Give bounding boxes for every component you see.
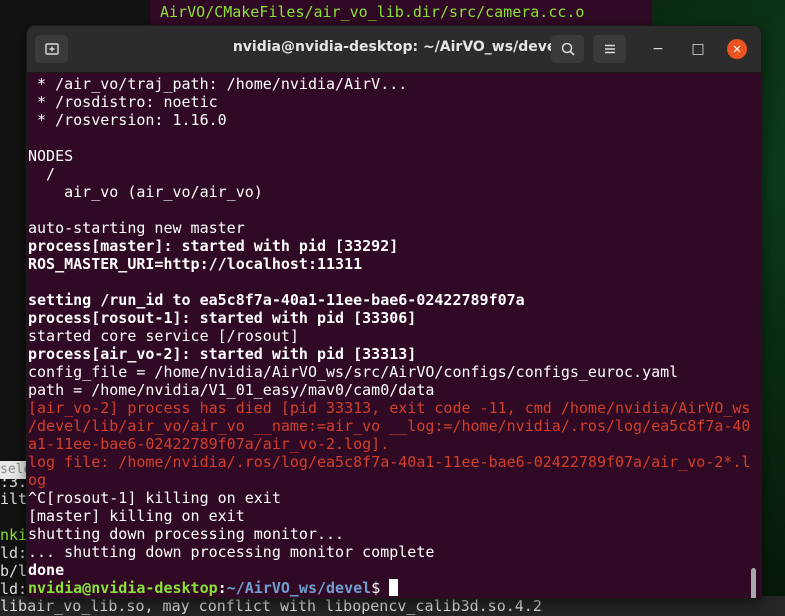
search-button[interactable] bbox=[551, 35, 584, 63]
terminal-line: process[rosout-1]: started with pid [333… bbox=[28, 309, 417, 327]
terminal-error-line: og bbox=[28, 471, 47, 489]
background-fragment-4: b/l bbox=[0, 562, 28, 580]
new-tab-button[interactable] bbox=[35, 35, 68, 63]
hamburger-menu-icon bbox=[604, 44, 615, 54]
terminal-line: * /rosversion: 1.16.0 bbox=[28, 111, 227, 129]
background-fragment-3: ld: bbox=[0, 544, 28, 562]
prompt-path: ~/AirVO_ws/devel bbox=[226, 579, 372, 597]
title-bar: nvidia@nvidia-desktop: ~/AirVO_ws/devel … bbox=[27, 26, 761, 73]
background-fragment-top: :3. bbox=[0, 473, 28, 491]
close-icon: ✕ bbox=[732, 42, 742, 56]
terminal-line: process[air_vo-2]: started with pid [333… bbox=[28, 345, 417, 363]
background-bottom-line: libair_vo_lib.so, may conflict with libo… bbox=[0, 597, 542, 615]
terminal-output[interactable]: * /air_vo/traj_path: /home/nvidia/AirV..… bbox=[27, 73, 761, 598]
menu-button[interactable] bbox=[593, 35, 626, 63]
close-button[interactable]: ✕ bbox=[727, 39, 747, 59]
terminal-line: ROS_MASTER_URI=http://localhost:11311 bbox=[28, 255, 363, 273]
terminal-line: air_vo (air_vo/air_vo) bbox=[28, 183, 263, 201]
maximize-icon: □ bbox=[691, 41, 705, 57]
terminal-line: process[master]: started with pid [33292… bbox=[28, 237, 399, 255]
terminal-line: / bbox=[28, 165, 56, 183]
minimize-icon: − bbox=[652, 41, 664, 57]
terminal-line: ... shutting down processing monitor com… bbox=[28, 543, 435, 561]
background-top-line: AirVO/CMakeFiles/air_vo_lib.dir/src/came… bbox=[160, 3, 585, 21]
shell-prompt[interactable]: nvidia@nvidia-desktop:~/AirVO_ws/devel$ bbox=[28, 579, 399, 597]
terminal-error-line: /devel/lib/air_vo/air_vo __name:=air_vo … bbox=[28, 417, 751, 435]
terminal-line: [master] killing on exit bbox=[28, 507, 245, 525]
terminal-line: ^C[rosout-1] killing on exit bbox=[28, 489, 281, 507]
prompt-symbol: $ bbox=[371, 579, 390, 597]
terminal-line: * /air_vo/traj_path: /home/nvidia/AirV..… bbox=[28, 75, 408, 93]
new-tab-icon bbox=[44, 43, 59, 55]
terminal-error-line: log file: /home/nvidia/.ros/log/ea5c8f7a… bbox=[28, 453, 751, 471]
prompt-colon: : bbox=[217, 579, 227, 597]
maximize-button[interactable]: □ bbox=[688, 39, 708, 59]
background-fragment-1: ilt bbox=[0, 490, 28, 508]
window-title: nvidia@nvidia-desktop: ~/AirVO_ws/devel bbox=[232, 39, 562, 55]
terminal-line: auto-starting new master bbox=[28, 219, 245, 237]
prompt-user: nvidia@nvidia-desktop bbox=[28, 579, 218, 597]
background-fragment-2: nki bbox=[0, 526, 28, 544]
terminal-window: nvidia@nvidia-desktop: ~/AirVO_ws/devel … bbox=[27, 26, 761, 598]
terminal-line: path = /home/nvidia/V1_01_easy/mav0/cam0… bbox=[28, 381, 435, 399]
minimize-button[interactable]: − bbox=[648, 39, 668, 59]
terminal-error-line: [air_vo-2] process has died [pid 33313, … bbox=[28, 399, 751, 417]
terminal-line: config_file = /home/nvidia/AirVO_ws/src/… bbox=[28, 363, 679, 381]
scrollbar-thumb[interactable] bbox=[751, 568, 756, 598]
terminal-line: * /rosdistro: noetic bbox=[28, 93, 218, 111]
terminal-line: started core service [/rosout] bbox=[28, 327, 299, 345]
terminal-line: NODES bbox=[28, 147, 74, 165]
terminal-line: shutting down processing monitor... bbox=[28, 525, 345, 543]
text-cursor bbox=[389, 579, 399, 596]
search-icon bbox=[561, 42, 575, 56]
terminal-line: setting /run_id to ea5c8f7a-40a1-11ee-ba… bbox=[28, 291, 525, 309]
terminal-line: done bbox=[28, 561, 65, 579]
terminal-error-line: a1-11ee-bae6-02422789f07a/air_vo-2.log]. bbox=[28, 435, 390, 453]
